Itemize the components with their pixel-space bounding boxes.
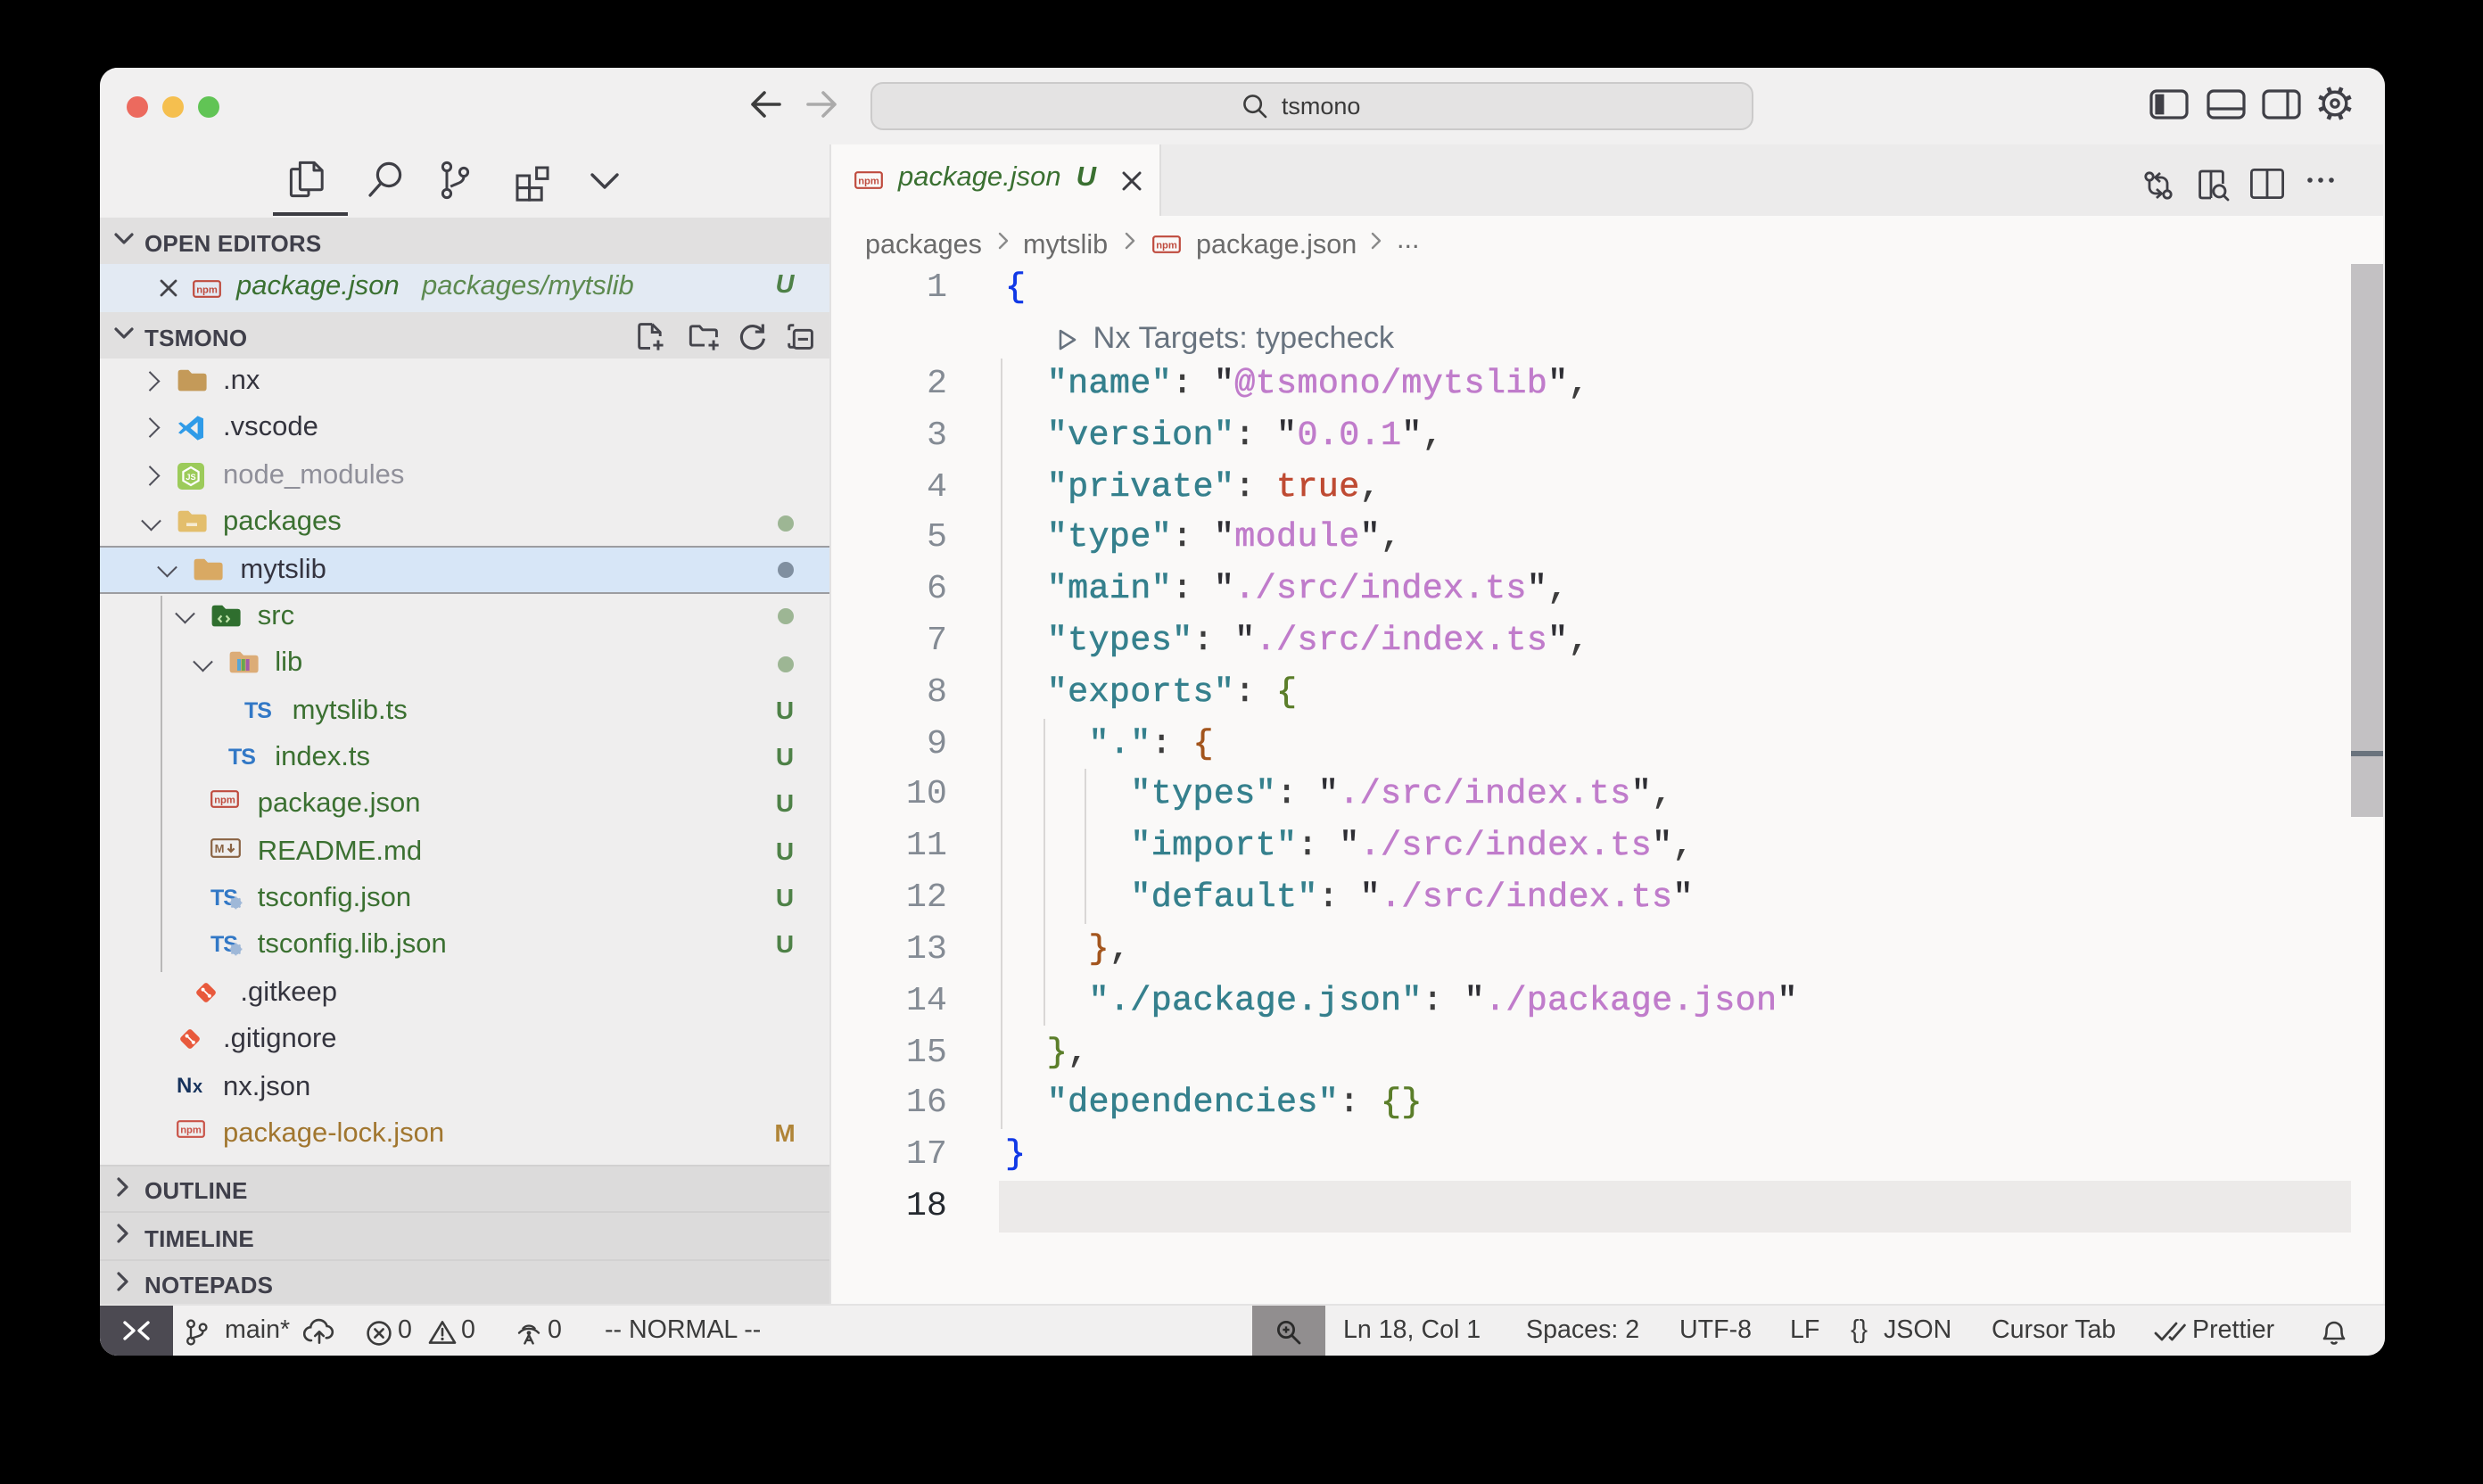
svg-text:npm: npm [196,284,218,295]
svg-text:npm: npm [214,796,235,806]
svg-text:x: x [192,1076,202,1094]
svg-text:npm: npm [858,177,879,187]
svg-text:M: M [214,841,224,854]
svg-text:JS: JS [185,472,194,481]
svg-text:N: N [176,1073,190,1094]
svg-text:npm: npm [1156,241,1177,251]
svg-text:TS: TS [245,697,272,720]
svg-text:TS: TS [227,745,254,767]
svg-text:npm: npm [179,1125,201,1135]
